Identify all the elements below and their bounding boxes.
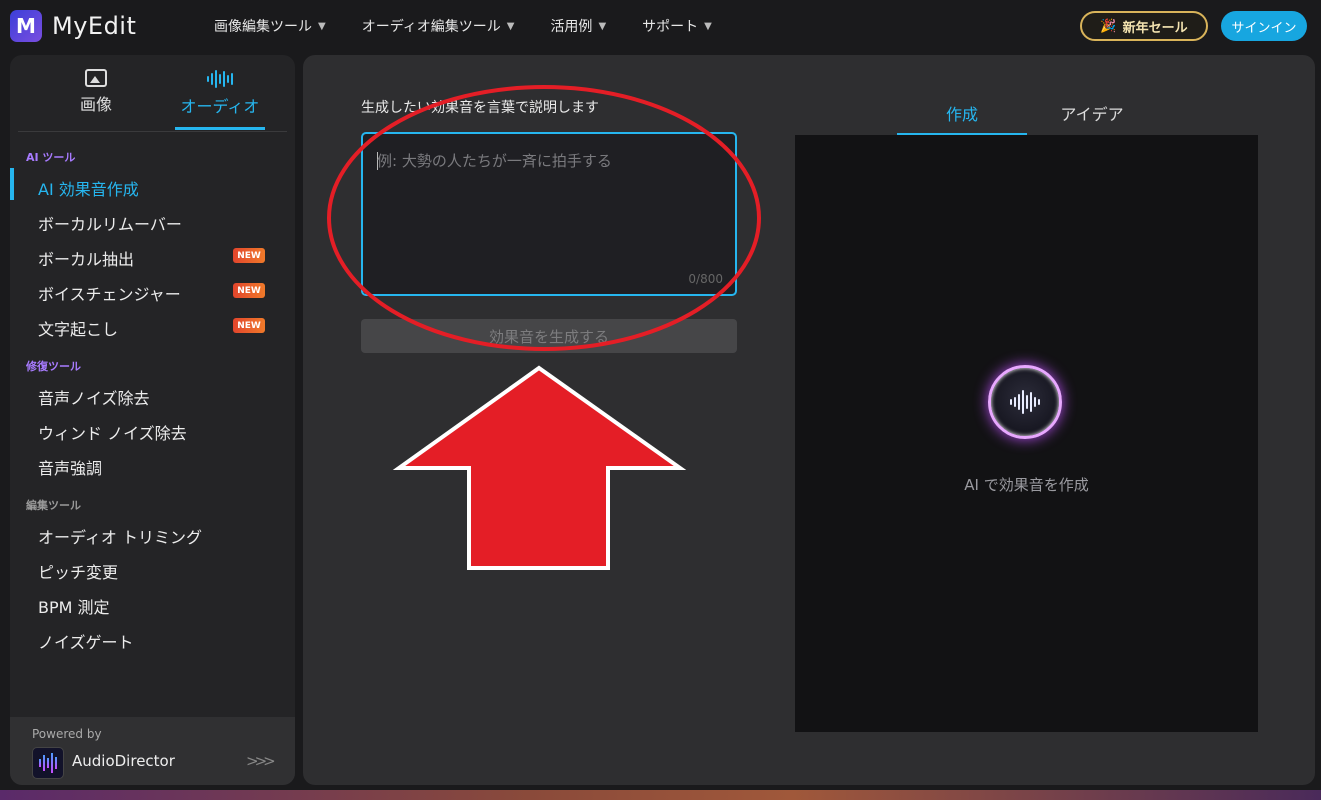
main-nav: 画像編集ツール ▼ オーディオ編集ツール ▼ 活用例 ▼ サポート ▼ (214, 16, 748, 36)
nav-support[interactable]: サポート ▼ (642, 16, 712, 36)
section-ai-tools: AI ツール (26, 149, 75, 165)
audiodirector-logo-icon (32, 747, 64, 779)
new-year-sale-button[interactable]: 🎉 新年セール (1080, 11, 1208, 41)
sale-label: 新年セール (1122, 20, 1188, 36)
top-bar: M MyEdit 画像編集ツール ▼ オーディオ編集ツール ▼ 活用例 ▼ サポート ▼… (0, 0, 1321, 54)
sidebar-item-voice-changer[interactable]: ボイスチェンジャー (38, 281, 181, 305)
bottom-glow (0, 790, 1321, 800)
nav-label: 画像編集ツール (214, 19, 312, 35)
app-name: MyEdit (52, 12, 137, 40)
new-badge: NEW (233, 318, 265, 333)
sidebar-item-pitch-change[interactable]: ピッチ変更 (38, 559, 118, 583)
section-title: 編集ツール (26, 499, 81, 512)
sidebar-item-audio-trim[interactable]: オーディオ トリミング (38, 524, 202, 548)
prompt-label: 生成したい効果音を言葉で説明します (361, 100, 599, 116)
input-placeholder: 例: 大勢の人たちが一斉に拍手する (377, 152, 612, 170)
powered-by-panel[interactable]: Powered by AudioDirector >>> (10, 717, 295, 785)
sidebar-item-noise-gate[interactable]: ノイズゲート (38, 629, 134, 653)
chevron-down-icon: ▼ (318, 20, 326, 32)
preview-area: AI で効果音を作成 (795, 135, 1258, 732)
result-tabs: 作成 アイデア (897, 95, 1157, 136)
powered-label: Powered by (32, 727, 102, 741)
app-logo[interactable]: M MyEdit (10, 10, 136, 42)
party-popper-icon: 🎉 (1100, 18, 1117, 34)
char-counter: 0/800 (688, 272, 723, 286)
nav-image-tools[interactable]: 画像編集ツール ▼ (214, 16, 326, 36)
sidebar-item-noise-removal[interactable]: 音声ノイズ除去 (38, 385, 150, 409)
waveform-icon (175, 69, 265, 89)
new-badge: NEW (233, 248, 265, 263)
new-badge: NEW (233, 283, 265, 298)
myedit-logo-icon: M (10, 10, 42, 42)
tab-image[interactable]: 画像 (51, 69, 141, 115)
tab-ideas[interactable]: アイデア (1027, 101, 1157, 125)
sidebar-tabs: 画像 オーディオ (18, 55, 287, 132)
sidebar-item-wind-noise[interactable]: ウィンド ノイズ除去 (38, 420, 187, 444)
section-repair-tools: 修復ツール (26, 358, 81, 374)
tab-audio-label: オーディオ (180, 97, 260, 116)
sidebar-item-vocal-extract[interactable]: ボーカル抽出 (38, 246, 134, 270)
sidebar-item-vocal-remover[interactable]: ボーカルリムーバー (38, 211, 182, 235)
main-panel: 生成したい効果音を言葉で説明します 例: 大勢の人たちが一斉に拍手する 0/80… (303, 55, 1315, 785)
audiodirector-name: AudioDirector (72, 752, 175, 770)
nav-label: サポート (642, 19, 699, 35)
tab-audio[interactable]: オーディオ (175, 69, 265, 130)
chevron-down-icon: ▼ (704, 20, 712, 32)
tab-image-label: 画像 (79, 95, 112, 114)
image-icon (85, 69, 107, 87)
nav-label: 活用例 (550, 19, 593, 35)
chevron-down-icon: ▼ (598, 20, 607, 32)
generate-sfx-button[interactable]: 効果音を生成する (361, 319, 737, 353)
chevron-down-icon: ▼ (506, 20, 515, 32)
preview-caption: AI で効果音を作成 (964, 476, 1089, 494)
nav-audio-tools[interactable]: オーディオ編集ツール ▼ (362, 16, 515, 36)
sfx-prompt-input[interactable]: 例: 大勢の人たちが一斉に拍手する 0/800 (361, 132, 737, 296)
section-edit-tools: 編集ツール (26, 497, 81, 513)
sidebar-item-speech-enhance[interactable]: 音声強調 (38, 455, 102, 479)
ai-sound-orb-icon (988, 365, 1062, 439)
sidebar-item-transcription[interactable]: 文字起こし (38, 316, 118, 340)
active-indicator (10, 168, 14, 200)
signin-button[interactable]: サインイン (1221, 11, 1307, 41)
nav-use-cases[interactable]: 活用例 ▼ (550, 16, 606, 36)
triple-chevron-right-icon: >>> (246, 752, 276, 770)
sidebar: 画像 オーディオ AI ツール AI 効果音作成 ボーカルリムーバー ボーカル抽… (10, 55, 295, 785)
sidebar-item-bpm[interactable]: BPM 測定 (38, 594, 110, 618)
section-title: AI ツール (26, 151, 76, 164)
nav-label: オーディオ編集ツール (361, 19, 501, 35)
sidebar-item-ai-sfx[interactable]: AI 効果音作成 (38, 176, 139, 200)
section-title: 修復ツール (26, 360, 81, 373)
tab-create[interactable]: 作成 (897, 101, 1027, 136)
